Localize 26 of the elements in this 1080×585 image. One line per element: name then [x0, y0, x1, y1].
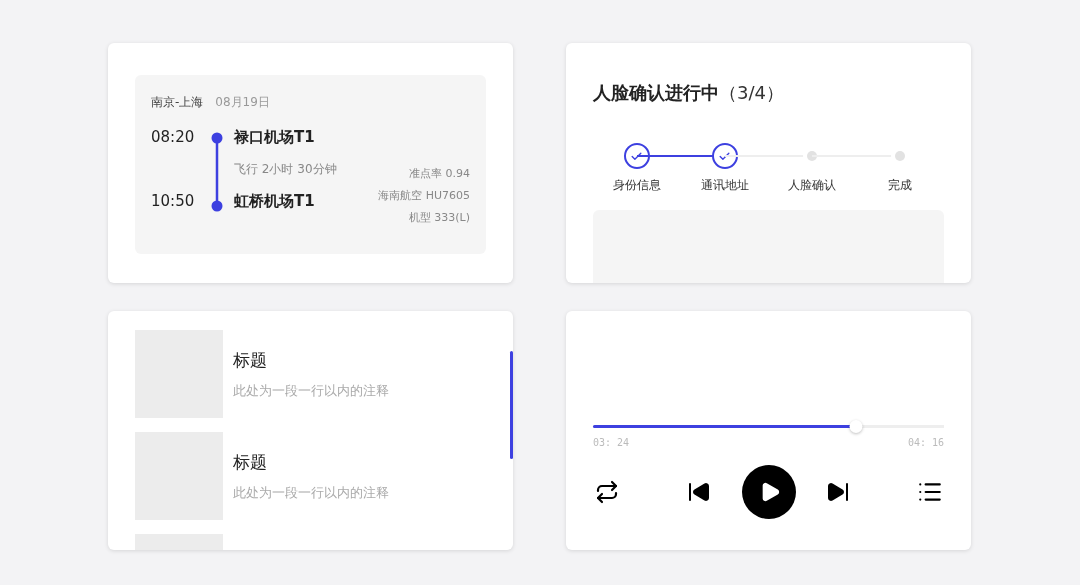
arrival-time: 10:50: [151, 190, 196, 212]
skip-forward-icon: [825, 480, 850, 504]
step-label: 通讯地址: [700, 177, 749, 194]
item-title: 标题: [233, 450, 268, 474]
step-label: 人脸确认: [788, 177, 837, 194]
step-label: 完成: [888, 177, 913, 194]
departure-airport: 禄口机场T1: [234, 127, 316, 148]
date-text: 08月19日: [215, 94, 270, 111]
route-text: 南京-上海: [151, 94, 204, 111]
arrival-airport: 虹桥机场T1: [234, 190, 316, 212]
flight-detail: 海南航空 HU7605: [378, 188, 470, 204]
duration-text: 飞行 2小时 30分钟: [234, 161, 338, 178]
departure-time: 08:20: [151, 127, 196, 148]
total-time: 04: 16: [907, 436, 944, 450]
progress-count: （3/4）: [719, 81, 784, 105]
step-label: 身份信息: [612, 177, 661, 194]
item-title: 标题: [233, 348, 268, 372]
progress-thumb[interactable]: [849, 420, 863, 433]
scrollbar[interactable]: [510, 351, 513, 459]
play-button[interactable]: [741, 465, 796, 519]
elapsed-time: 03: 24: [593, 436, 630, 450]
flight-detail: 准点率 0.94: [409, 166, 470, 182]
card-title: 人脸确认进行中: [593, 81, 719, 105]
skip-back-icon: [687, 480, 712, 504]
flight-detail: 机型 333(L): [408, 210, 470, 226]
repeat-icon: [595, 480, 619, 504]
